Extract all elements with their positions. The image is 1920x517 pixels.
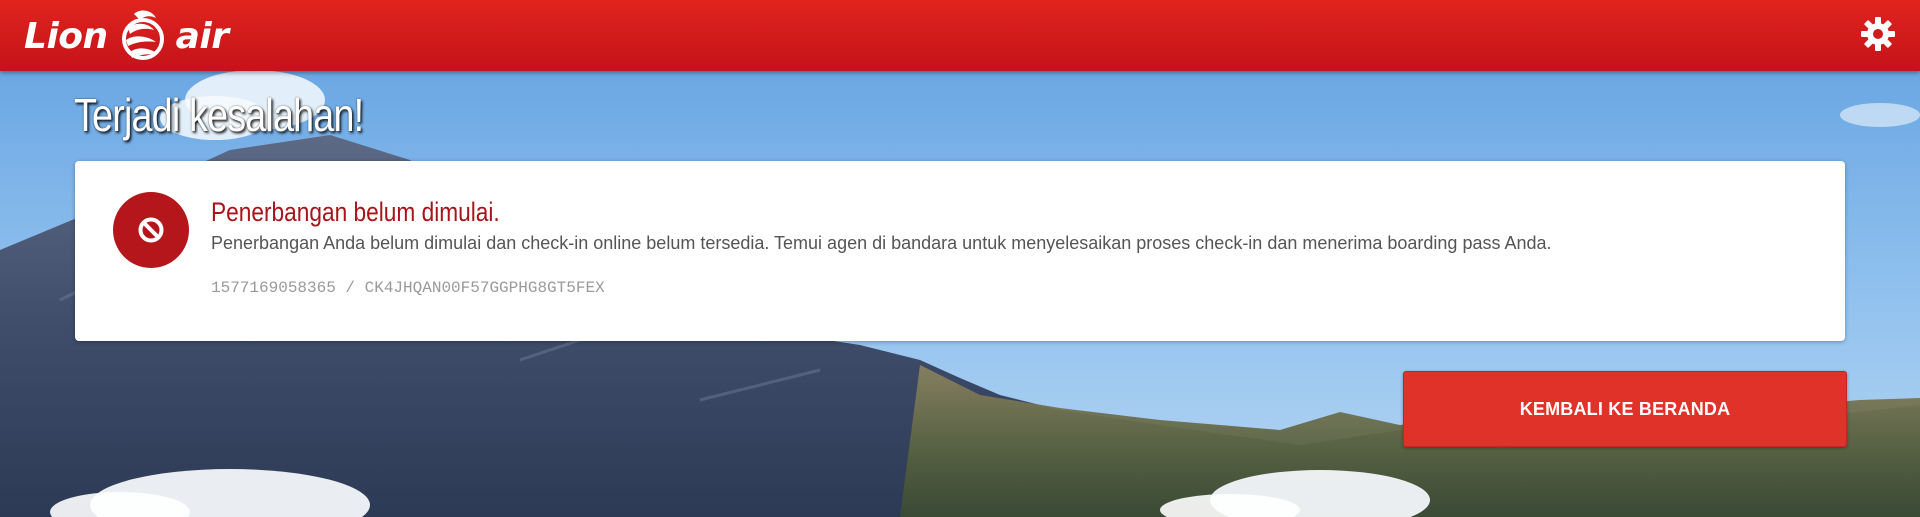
page-title: Terjadi kesalahan! <box>74 89 364 141</box>
settings-button[interactable] <box>1860 16 1896 52</box>
error-title: Penerbangan belum dimulai. <box>211 197 500 227</box>
top-navbar: Lion air <box>0 0 1920 71</box>
error-message: Penerbangan Anda belum dimulai dan check… <box>211 233 1552 253</box>
error-card: Penerbangan belum dimulai. Penerbangan A… <box>75 161 1845 341</box>
lion-head-icon <box>121 10 164 60</box>
logo-text-air: air <box>175 15 229 57</box>
lion-air-logo[interactable]: Lion air <box>24 6 229 66</box>
error-reference-code: 1577169058365 / CK4JHQAN00F57GGPHG8GT5FE… <box>211 279 605 297</box>
page: Lion air Terjadi kesalahan! Penerbangan … <box>0 0 1920 517</box>
error-badge <box>113 192 189 268</box>
back-to-home-button[interactable]: KEMBALI KE BERANDA <box>1403 371 1847 447</box>
logo-text-lion: Lion <box>24 15 108 57</box>
gear-icon <box>1861 17 1895 51</box>
no-entry-icon <box>138 217 164 243</box>
